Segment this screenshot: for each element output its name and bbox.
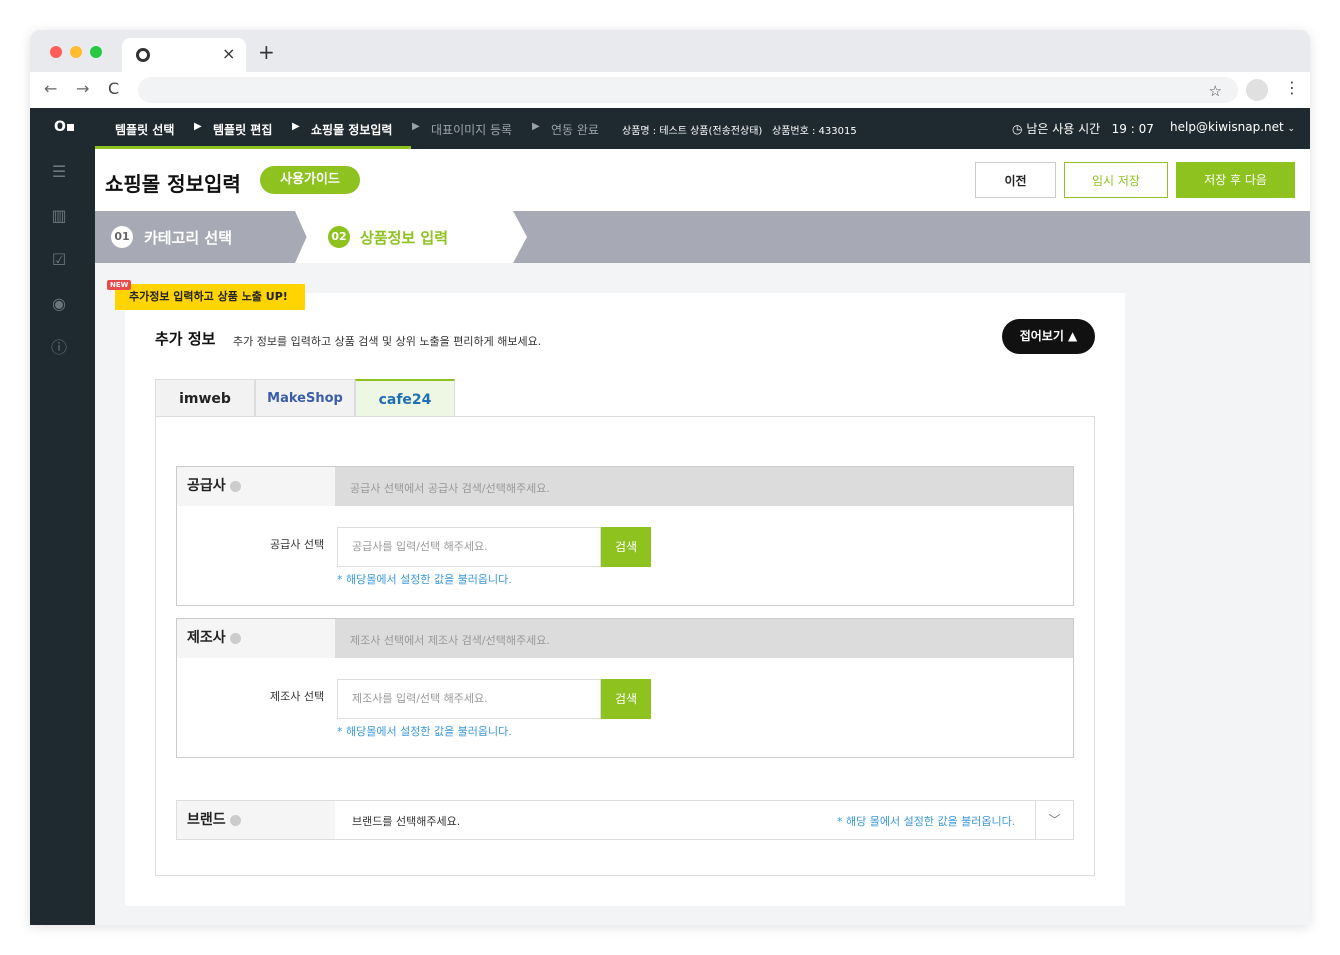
help-dot-icon[interactable]: [229, 632, 241, 644]
new-tab-icon[interactable]: +: [258, 40, 275, 64]
step-label-category: 카테고리 선택: [144, 229, 233, 247]
section-title: 추가 정보: [155, 330, 216, 348]
forward-icon[interactable]: →: [76, 79, 89, 98]
save-next-button[interactable]: 저장 후 다음: [1176, 162, 1295, 198]
bookmark-star-icon[interactable]: ☆: [1209, 82, 1222, 100]
prev-button[interactable]: 이전: [975, 162, 1056, 198]
back-icon[interactable]: ←: [44, 79, 57, 98]
manufacturer-hint: 제조사 선택에서 제조사 검색/선택해주세요.: [350, 634, 550, 647]
nav-step-main-image[interactable]: 대표이미지 등록: [431, 121, 512, 138]
brand-row[interactable]: 브랜드 브랜드를 선택해주세요. * 해당 몰에서 설정한 값을 불러옵니다. …: [176, 800, 1074, 840]
promo-tooltip: 추가정보 입력하고 상품 노출 UP!: [115, 284, 305, 310]
app-logo[interactable]: O▪: [54, 119, 75, 135]
brand-label: 브랜드: [177, 801, 335, 839]
user-icon[interactable]: ◉: [48, 293, 70, 315]
step-arrow-icon: ▶: [292, 121, 300, 132]
manufacturer-sub-label: 제조사 선택: [270, 690, 325, 703]
brand-note: * 해당 몰에서 설정한 값을 불러옵니다.: [837, 815, 1016, 828]
time-label: 남은 사용 시간: [1026, 122, 1101, 136]
manufacturer-header: 제조사 제조사 선택에서 제조사 검색/선택해주세요.: [177, 619, 1073, 658]
chart-icon[interactable]: ▥: [48, 205, 70, 227]
supplier-group: 공급사 공급사 선택에서 공급사 검색/선택해주세요. 공급사 선택 공급사를 …: [176, 466, 1074, 606]
reload-icon[interactable]: C: [108, 79, 119, 98]
new-badge: NEW: [107, 280, 132, 290]
manufacturer-search-button[interactable]: 검색: [601, 679, 651, 719]
tab-cafe24[interactable]: cafe24: [355, 379, 455, 417]
manufacturer-label: 제조사: [177, 619, 335, 658]
fold-button[interactable]: 접어보기 ▲: [1002, 319, 1095, 354]
help-icon[interactable]: ⓘ: [48, 337, 70, 359]
temp-save-button[interactable]: 임시 저장: [1064, 162, 1168, 198]
maximize-window-dot[interactable]: [90, 46, 102, 58]
help-dot-icon[interactable]: [229, 814, 241, 826]
browser-tab[interactable]: ×: [122, 38, 246, 72]
clock-icon: ◷: [1012, 122, 1023, 136]
chrome-icon: [136, 48, 150, 62]
app: O▪ 템플릿 선택 ▶ 템플릿 편집 ▶ 쇼핑몰 정보입력 ▶ 대표이미지 등록…: [30, 108, 1310, 925]
close-window-dot[interactable]: [50, 46, 62, 58]
manufacturer-label-text: 제조사: [187, 630, 226, 646]
product-number: 상품번호 : 433015: [772, 126, 857, 137]
nav-step-complete[interactable]: 연동 완료: [551, 121, 599, 138]
help-dot-icon[interactable]: [229, 480, 241, 492]
chevron-down-icon[interactable]: ﹀: [1035, 801, 1073, 839]
kebab-menu-icon[interactable]: ⋮: [1284, 78, 1300, 97]
remaining-time: ◷ 남은 사용 시간 19 : 07: [1012, 120, 1154, 137]
top-navigation: O▪ 템플릿 선택 ▶ 템플릿 편집 ▶ 쇼핑몰 정보입력 ▶ 대표이미지 등록…: [30, 108, 1310, 149]
nav-step-shop-info[interactable]: 쇼핑몰 정보입력: [311, 121, 392, 138]
supplier-note: * 해당몰에서 설정한 값을 불러옵니다.: [337, 573, 512, 586]
user-guide-button[interactable]: 사용가이드: [260, 166, 360, 194]
step-arrow-icon: ▶: [532, 121, 540, 132]
section-description: 추가 정보를 입력하고 상품 검색 및 상위 노출을 편리하게 해보세요.: [233, 335, 542, 348]
account-email: help@kiwisnap.net: [1170, 120, 1284, 134]
supplier-label-text: 공급사: [187, 478, 226, 494]
account-menu[interactable]: help@kiwisnap.net ⌄: [1170, 120, 1295, 134]
list-icon[interactable]: ☰: [48, 161, 70, 183]
tab-imweb[interactable]: imweb: [155, 379, 255, 417]
chevron-down-icon: ⌄: [1287, 124, 1296, 134]
supplier-sub-label: 공급사 선택: [270, 538, 325, 551]
minimize-window-dot[interactable]: [70, 46, 82, 58]
progress-steps: 01 카테고리 선택 02 상품정보 입력: [95, 211, 1310, 263]
close-tab-icon[interactable]: ×: [222, 44, 235, 63]
step-number-2: 02: [328, 226, 350, 248]
page-header: 쇼핑몰 정보입력 사용가이드 이전 임시 저장 저장 후 다음: [95, 149, 1310, 211]
checklist-icon[interactable]: ☑: [48, 249, 70, 271]
nav-step-template-edit[interactable]: 템플릿 편집: [213, 121, 272, 138]
supplier-hint: 공급사 선택에서 공급사 검색/선택해주세요.: [350, 482, 550, 495]
brand-label-text: 브랜드: [187, 812, 226, 828]
sidebar: ☰ ▥ ☑ ◉ ⓘ: [30, 149, 95, 925]
manufacturer-input[interactable]: 제조사를 입력/선택 해주세요.: [337, 679, 601, 719]
supplier-header: 공급사 공급사 선택에서 공급사 검색/선택해주세요.: [177, 467, 1073, 506]
step-arrow-icon: ▶: [194, 121, 202, 132]
tab-makeshop[interactable]: MakeShop: [255, 379, 355, 417]
time-value: 19 : 07: [1111, 122, 1154, 136]
supplier-input[interactable]: 공급사를 입력/선택 해주세요.: [337, 527, 601, 567]
page-title: 쇼핑몰 정보입력: [105, 172, 241, 196]
supplier-search-button[interactable]: 검색: [601, 527, 651, 567]
address-bar: ← → C ☆ ⋮: [30, 72, 1310, 108]
product-name: 상품명 : 테스트 상품(전송전상태): [622, 126, 763, 137]
mall-panel: 공급사 공급사 선택에서 공급사 검색/선택해주세요. 공급사 선택 공급사를 …: [155, 416, 1095, 876]
brand-select[interactable]: 브랜드를 선택해주세요.: [352, 813, 460, 829]
step-arrow-icon: ▶: [412, 121, 420, 132]
nav-step-template-select[interactable]: 템플릿 선택: [115, 121, 174, 138]
step-label-product-info: 상품정보 입력: [360, 229, 449, 247]
browser-window: × + ← → C ☆ ⋮ O▪ 템플릿 선택 ▶ 템플릿 편집 ▶ 쇼핑몰 정…: [30, 30, 1310, 925]
url-input[interactable]: ☆: [138, 77, 1238, 103]
supplier-label: 공급사: [177, 467, 335, 506]
browser-tabbar: × +: [30, 30, 1310, 72]
manufacturer-note: * 해당몰에서 설정한 값을 불러옵니다.: [337, 725, 512, 738]
profile-avatar[interactable]: [1246, 79, 1268, 101]
manufacturer-group: 제조사 제조사 선택에서 제조사 검색/선택해주세요. 제조사 선택 제조사를 …: [176, 618, 1074, 758]
step-number-1: 01: [111, 226, 133, 248]
